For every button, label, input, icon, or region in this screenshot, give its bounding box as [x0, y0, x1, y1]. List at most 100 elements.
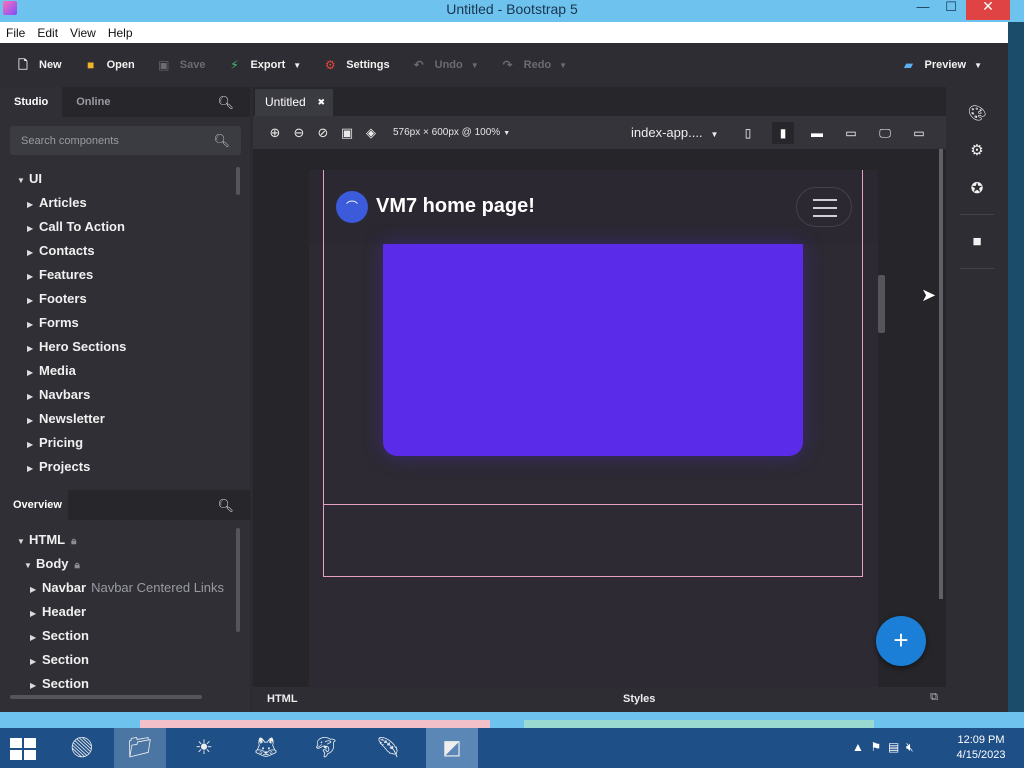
desktop-icon[interactable]: 🖵︎ [874, 122, 896, 144]
close-button[interactable]: ✕ [966, 0, 1010, 20]
tree-item-features[interactable]: ▶ Features [0, 263, 236, 287]
tab-studio[interactable]: Studio [0, 87, 63, 117]
save-button[interactable]: ▣ Save [149, 50, 214, 80]
editor-tabs: Untitled ✖ [253, 87, 946, 116]
search-icon[interactable]: 🔍︎ [217, 498, 234, 514]
feather-app-icon[interactable]: 🪶︎ [362, 728, 414, 768]
start-button[interactable] [10, 738, 38, 760]
chrome-icon[interactable]: 🟢︎ [56, 728, 108, 768]
tab-untitled[interactable]: Untitled ✖ [255, 89, 333, 116]
wide-desktop-icon[interactable]: ▭ [908, 122, 930, 144]
ov-item-navbar[interactable]: ▶ Navbar Navbar Centered Links [0, 576, 236, 600]
minimize-button[interactable]: — [908, 0, 938, 20]
tree-item-newsletter[interactable]: ▶ Newsletter [0, 407, 236, 431]
preview-button[interactable]: ▰ Preview ▼ [893, 50, 990, 80]
undo-icon: ↶ [413, 58, 424, 72]
open-button[interactable]: ■ Open [76, 50, 143, 80]
layers-icon[interactable]: ◈ [359, 125, 383, 141]
ov-item-header[interactable]: ▶ Header [0, 600, 236, 624]
search-input[interactable] [10, 126, 200, 155]
mouse-cursor-icon: ➤ [921, 285, 937, 305]
frame-scrollbar[interactable] [878, 275, 885, 333]
menu-edit[interactable]: Edit [37, 26, 58, 40]
caret-right-icon: ▶ [27, 224, 34, 233]
ov-item-section[interactable]: ▶ Section [0, 672, 236, 696]
caret-down-icon: ▼ [17, 537, 25, 546]
undo-button[interactable]: ↶ Undo ▼ [404, 50, 487, 80]
phone-icon[interactable]: ▯ [737, 122, 759, 144]
tree-item-footers[interactable]: ▶ Footers [0, 287, 236, 311]
ov-item-section[interactable]: ▶ Section [0, 624, 236, 648]
styles-panel-toggle[interactable]: Styles [623, 693, 655, 705]
tree-item-contacts[interactable]: ▶ Contacts [0, 239, 236, 263]
tree-item-projects[interactable]: ▶ Projects [0, 455, 236, 479]
floppy-icon: ▣ [158, 58, 170, 72]
fit-icon[interactable]: ▣ [335, 125, 359, 141]
palette-icon[interactable]: 🎨︎ [967, 104, 987, 124]
tree-item-ui[interactable]: ▼ UI [0, 167, 236, 191]
weather-app-icon[interactable]: ☀ [178, 728, 230, 768]
overview-scrollbar[interactable] [236, 528, 240, 632]
system-clock[interactable]: 12:09 PM 4/15/2023 [946, 733, 1016, 763]
tree-item-hero-sections[interactable]: ▶ Hero Sections [0, 335, 236, 359]
windows-logo-pane [10, 738, 22, 748]
gear-icon[interactable]: ⚙ [967, 141, 987, 161]
tablet-icon[interactable]: ▮ [772, 122, 794, 144]
add-button[interactable]: + [876, 616, 926, 666]
redo-icon: ↷ [502, 58, 513, 72]
settings-button[interactable]: ⚙ Settings [315, 50, 397, 80]
canvas-scrollbar[interactable] [939, 149, 943, 599]
tree-item-call-to-action[interactable]: ▶ Call To Action [0, 215, 236, 239]
caret-right-icon: ▶ [30, 609, 37, 618]
clock-time: 12:09 PM [957, 734, 1005, 746]
tab-overview[interactable]: Overview [0, 490, 68, 520]
tree-item-articles[interactable]: ▶ Articles [0, 191, 236, 215]
new-button[interactable]: 🗋 New [8, 50, 70, 80]
tree-item-forms[interactable]: ▶ Forms [0, 311, 236, 335]
tree-item-pricing[interactable]: ▶ Pricing [0, 431, 236, 455]
lock-icon: 🔒︎ [71, 536, 77, 547]
tree-item-media[interactable]: ▶ Media [0, 359, 236, 383]
menu-view[interactable]: View [70, 26, 96, 40]
html-panel-toggle[interactable]: HTML [267, 693, 298, 705]
ov-item-section[interactable]: ▶ Section [0, 648, 236, 672]
bottom-bar: HTML Styles ⧉ [253, 687, 946, 712]
system-tray[interactable]: ▲ ⚑ ▤ 🔇︎ [852, 740, 914, 755]
wallpaper-fragment [140, 720, 490, 728]
maximize-button[interactable]: ☐ [936, 0, 966, 20]
expand-icon[interactable]: ⧉ [930, 691, 938, 704]
dolphin-app-icon[interactable]: 🐬︎ [300, 728, 352, 768]
tablet-landscape-icon[interactable]: ▬ [806, 122, 828, 144]
laptop-icon[interactable]: ▭ [840, 122, 862, 144]
overview-hscrollbar[interactable] [10, 695, 202, 699]
search-icon[interactable]: 🔍︎ [217, 95, 234, 111]
tree-item-navbars[interactable]: ▶ Navbars [0, 383, 236, 407]
redo-button[interactable]: ↷ Redo ▼ [493, 50, 575, 80]
folder-icon[interactable]: ■ [967, 233, 987, 253]
star-icon[interactable]: ✪ [967, 179, 987, 199]
zoom-in-icon[interactable]: ⊕ [263, 125, 287, 141]
viewport-size[interactable]: 576px × 600px @ 100% ▼ [393, 127, 510, 138]
menu-help[interactable]: Help [108, 26, 133, 40]
bootstrap-studio-icon[interactable]: ◩ [426, 728, 478, 768]
caret-right-icon: ▶ [30, 657, 37, 666]
tab-online[interactable]: Online [62, 87, 124, 117]
clapper-icon: ▰ [903, 58, 914, 72]
caret-right-icon: ▶ [30, 633, 37, 642]
rotate-icon[interactable]: ⊘ [311, 125, 335, 141]
wallpaper-fragment [524, 720, 874, 728]
export-button[interactable]: ⚡ Export ▼ [219, 50, 309, 80]
ov-item-body[interactable]: ▼ Body 🔒︎ [0, 552, 236, 576]
ov-item-html[interactable]: ▼ HTML 🔒︎ [0, 528, 236, 552]
chevron-down-icon: ▼ [710, 130, 719, 139]
file-select[interactable]: index-app.... ▼ [631, 125, 718, 140]
menu-file[interactable]: File [6, 26, 25, 40]
search-icon[interactable]: 🔍︎ [213, 133, 230, 149]
components-scrollbar[interactable] [236, 167, 240, 195]
file-explorer-icon[interactable]: 📁︎ [114, 728, 166, 768]
close-icon[interactable]: ✖ [317, 89, 325, 116]
lock-icon: 🔒︎ [74, 560, 80, 571]
firefox-icon[interactable]: 🦊︎ [240, 728, 292, 768]
zoom-out-icon[interactable]: ⊖ [287, 125, 311, 141]
components-panel: Studio Online 🔍︎ 🔍︎ ▼UI ▶Articles ▶Call … [0, 87, 250, 712]
